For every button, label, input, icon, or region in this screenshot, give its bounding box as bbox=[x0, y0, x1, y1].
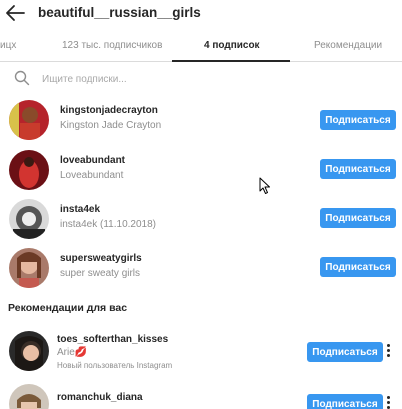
follow-button[interactable]: Подписаться bbox=[307, 394, 383, 409]
mouse-cursor-icon bbox=[259, 177, 270, 194]
list-item[interactable]: loveabundant Loveabundant Подписаться bbox=[0, 146, 402, 194]
username[interactable]: insta4ek bbox=[60, 204, 100, 215]
more-options-icon[interactable] bbox=[385, 396, 391, 409]
avatar[interactable] bbox=[9, 199, 49, 239]
follow-button[interactable]: Подписаться bbox=[320, 159, 396, 179]
search-input[interactable] bbox=[42, 70, 382, 88]
full-name: Arie💋 bbox=[57, 347, 88, 358]
list-item[interactable]: romanchuk_diana Подписаться bbox=[0, 380, 402, 409]
header: beautiful__russian__girls bbox=[0, 0, 402, 30]
more-options-icon[interactable] bbox=[385, 344, 391, 360]
tab-following-prev[interactable]: ицх bbox=[0, 40, 16, 51]
full-name: Kingston Jade Crayton bbox=[60, 120, 162, 131]
recommendations-title: Рекомендации для вас bbox=[8, 302, 128, 314]
tab-bar: ицх 123 тыс. подписчиков 4 подписок Реко… bbox=[0, 32, 402, 62]
username[interactable]: romanchuk_diana bbox=[57, 392, 143, 403]
tab-followers[interactable]: 123 тыс. подписчиков bbox=[62, 40, 162, 51]
full-name: insta4ek (11.10.2018) bbox=[60, 219, 156, 230]
full-name: super sweaty girls bbox=[60, 268, 141, 279]
username[interactable]: supersweatygirls bbox=[60, 253, 142, 264]
follow-button[interactable]: Подписаться bbox=[307, 342, 383, 362]
list-item[interactable]: kingstonjadecrayton Kingston Jade Crayto… bbox=[0, 96, 402, 144]
avatar[interactable] bbox=[9, 331, 49, 371]
avatar[interactable] bbox=[9, 384, 49, 409]
tab-following[interactable]: 4 подписок bbox=[204, 40, 260, 51]
username[interactable]: toes_softerthan_kisses bbox=[57, 334, 168, 345]
list-item[interactable]: toes_softerthan_kisses Arie💋 Новый польз… bbox=[0, 326, 402, 376]
tab-recommendations[interactable]: Рекомендации bbox=[314, 40, 382, 51]
follow-button[interactable]: Подписаться bbox=[320, 257, 396, 277]
username[interactable]: kingstonjadecrayton bbox=[60, 105, 158, 116]
search-bar bbox=[8, 66, 396, 92]
username[interactable]: loveabundant bbox=[60, 155, 125, 166]
follow-button[interactable]: Подписаться bbox=[320, 208, 396, 228]
account-subtitle: Новый пользователь Instagram bbox=[57, 361, 173, 370]
full-name: Loveabundant bbox=[60, 170, 124, 181]
avatar[interactable] bbox=[9, 150, 49, 190]
active-tab-indicator bbox=[172, 60, 290, 62]
page-title: beautiful__russian__girls bbox=[38, 5, 201, 20]
list-item[interactable]: supersweatygirls super sweaty girls Подп… bbox=[0, 244, 402, 292]
avatar[interactable] bbox=[9, 248, 49, 288]
search-icon bbox=[14, 70, 30, 86]
follow-button[interactable]: Подписаться bbox=[320, 110, 396, 130]
back-arrow-icon[interactable] bbox=[4, 3, 26, 23]
avatar[interactable] bbox=[9, 100, 49, 140]
list-item[interactable]: insta4ek insta4ek (11.10.2018) Подписать… bbox=[0, 195, 402, 243]
